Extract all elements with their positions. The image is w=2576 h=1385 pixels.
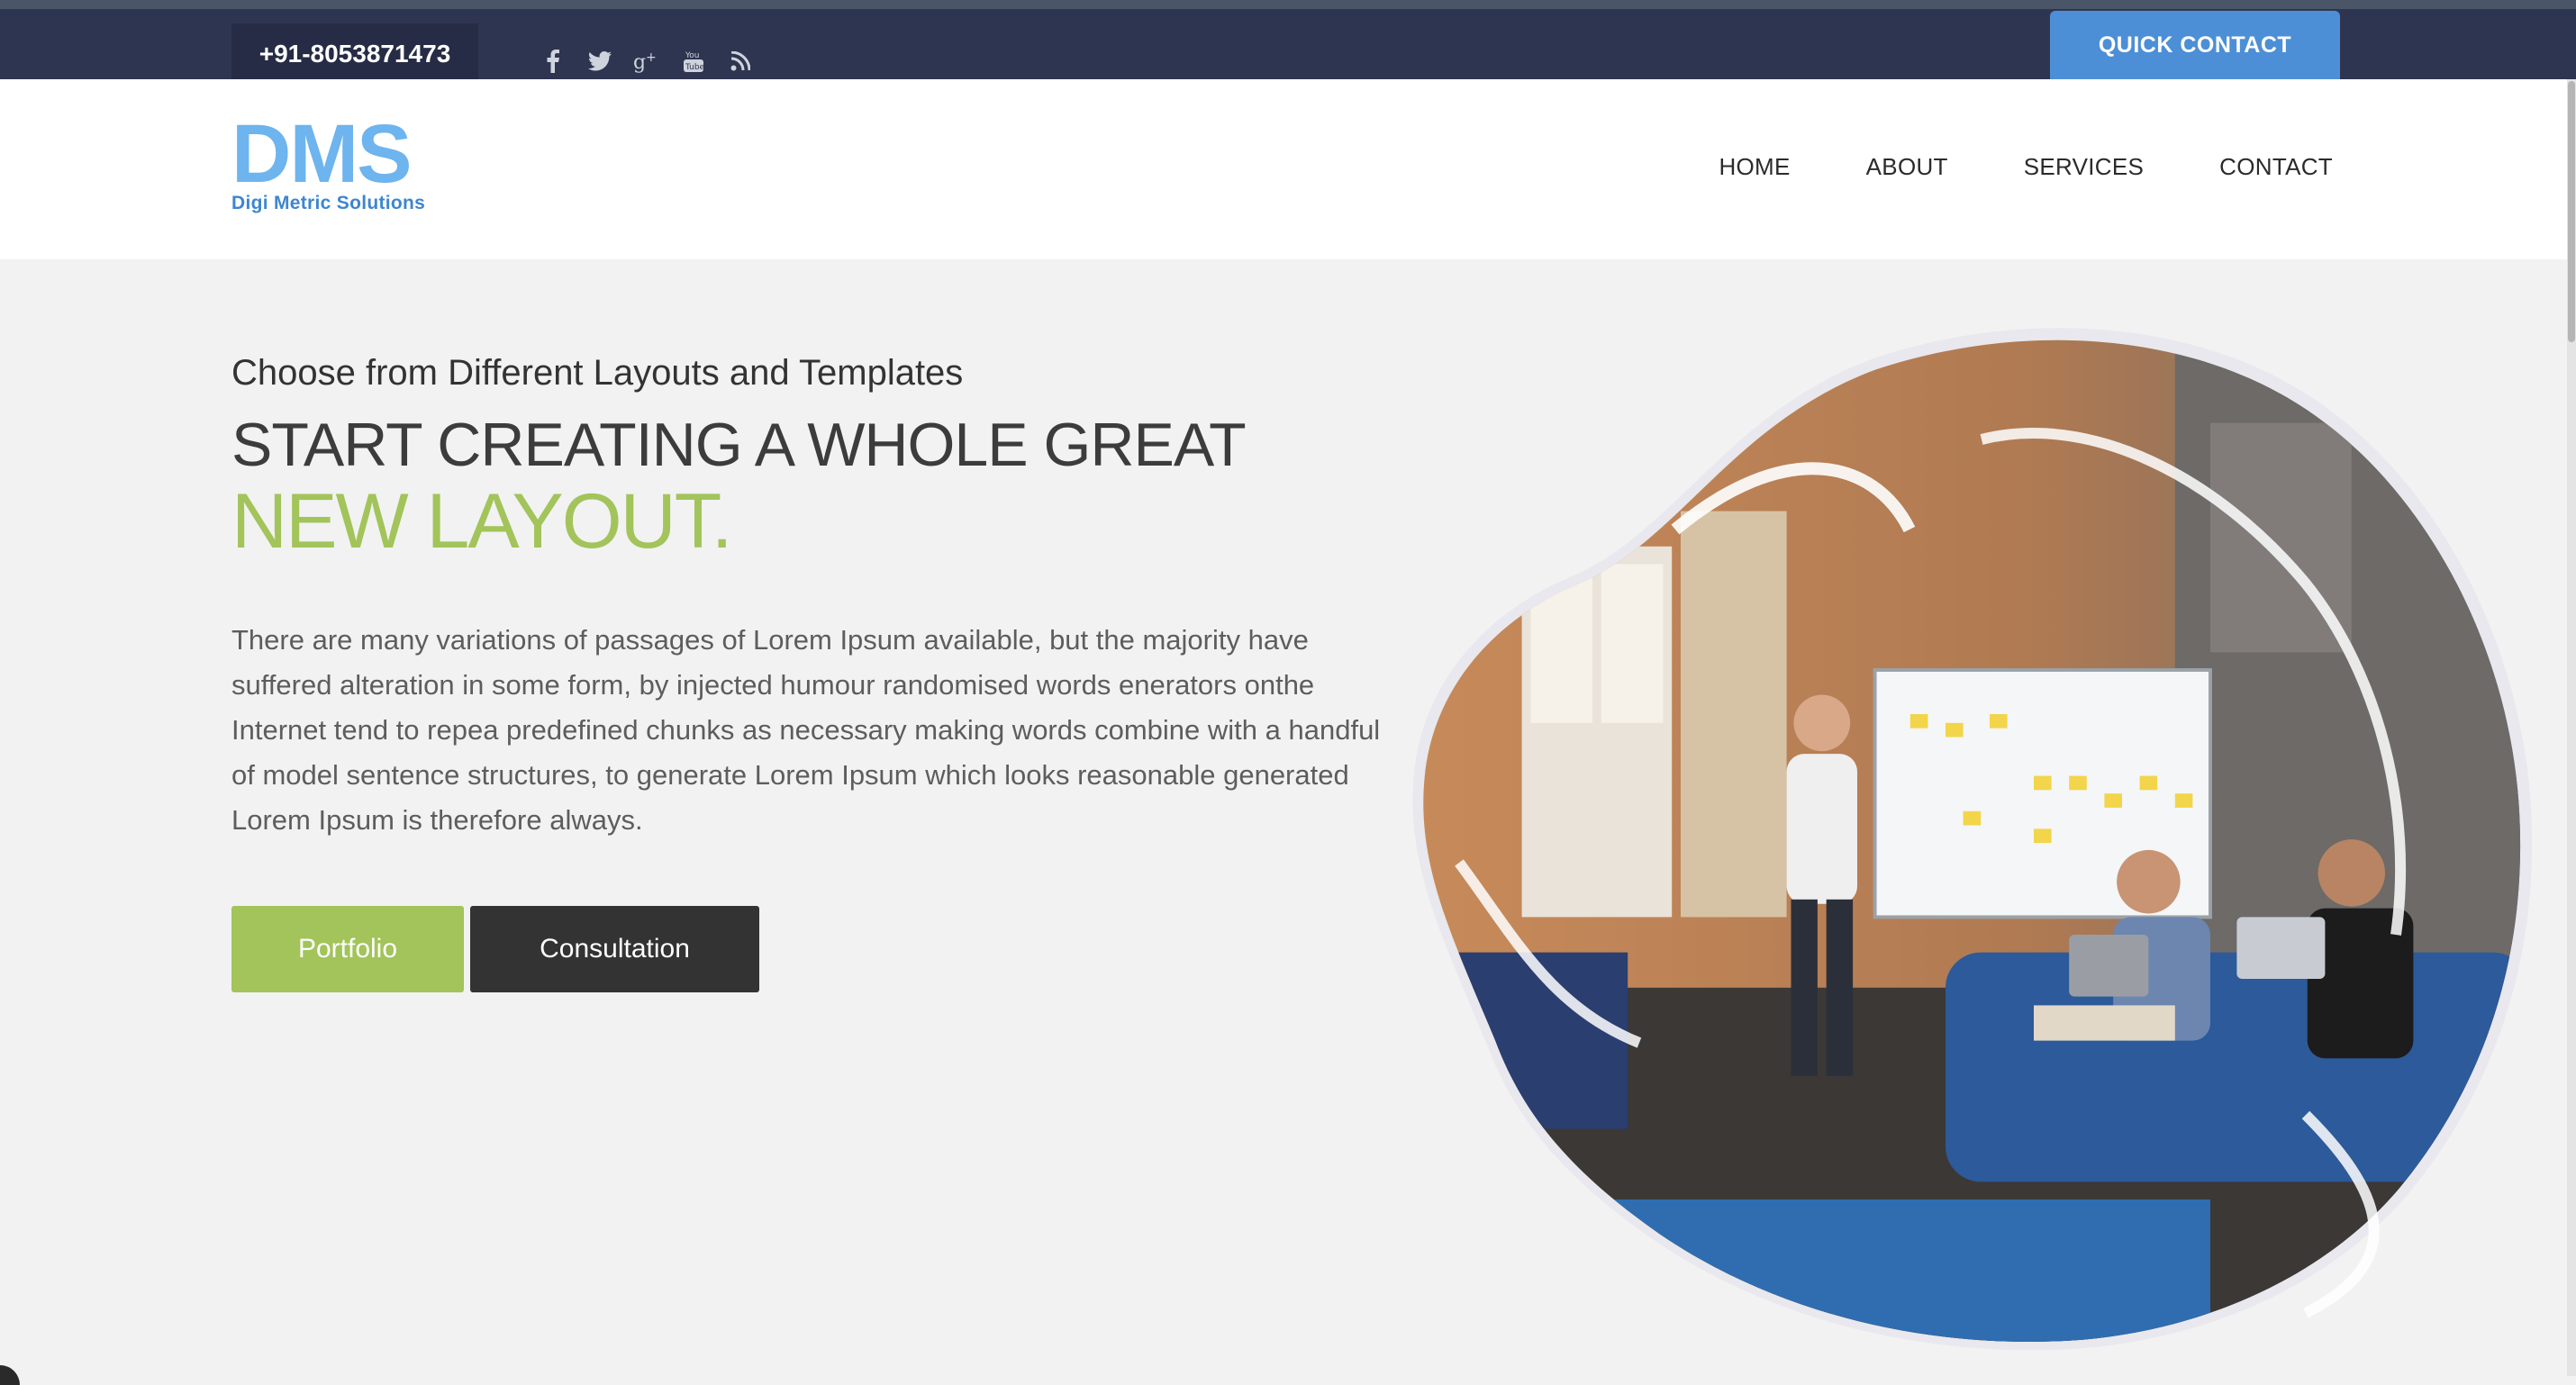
logo-subtitle: Digi Metric Solutions [231, 193, 426, 213]
svg-text:Tube: Tube [685, 63, 704, 72]
page-scrollbar[interactable] [2567, 79, 2576, 1376]
consultation-button[interactable]: Consultation [470, 906, 759, 992]
portfolio-button[interactable]: Portfolio [231, 906, 464, 992]
hero-title-line1: START CREATING A WHOLE GREAT [231, 411, 1247, 479]
logo[interactable]: DMS Digi Metric Solutions [231, 108, 448, 214]
nav-home[interactable]: HOME [1719, 153, 1790, 181]
hero-image [1405, 304, 2540, 1367]
google-plus-icon[interactable]: g + [632, 47, 661, 76]
hero-title-line2: NEW LAYOUT. [231, 478, 733, 565]
window-corner [0, 1365, 20, 1385]
logo-mark: DMS [231, 108, 412, 200]
youtube-icon[interactable]: You Tube [679, 47, 708, 76]
svg-text:+: + [646, 50, 657, 65]
twitter-icon[interactable] [585, 47, 614, 76]
scrollbar-thumb[interactable] [2568, 81, 2575, 342]
svg-text:You: You [685, 51, 700, 60]
hero-paragraph: There are many variations of passages of… [231, 624, 1381, 836]
facebook-icon[interactable] [539, 47, 567, 76]
rss-icon[interactable] [726, 47, 755, 76]
social-links: g + You Tube [539, 47, 755, 76]
phone-number[interactable]: +91-8053871473 [231, 23, 478, 79]
nav-contact[interactable]: CONTACT [2219, 153, 2333, 181]
hero-subtitle: Choose from Different Layouts and Templa… [231, 353, 964, 393]
nav-about[interactable]: ABOUT [1866, 153, 1948, 181]
browser-top-edge [0, 0, 2576, 9]
svg-text:g: g [633, 51, 646, 73]
phone-number-text: +91-8053871473 [259, 40, 451, 68]
main-nav: HOME ABOUT SERVICES CONTACT [1643, 153, 2333, 181]
nav-services[interactable]: SERVICES [2024, 153, 2144, 181]
quick-contact-button[interactable]: QUICK CONTACT [2050, 11, 2340, 79]
